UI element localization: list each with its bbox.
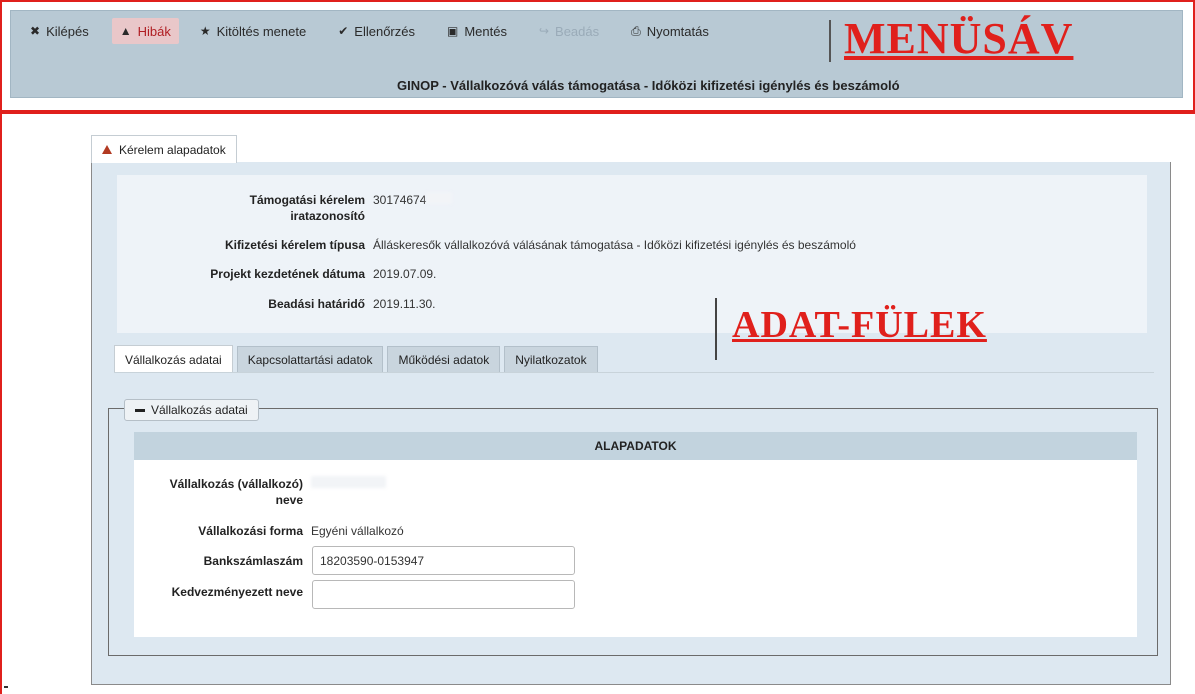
info-label: Kifizetési kérelem típusa (224, 238, 365, 252)
fieldset-legend: Vállalkozás adatai (151, 403, 248, 417)
warning-icon (102, 145, 112, 154)
tab-kapcsolattartasi-adatok[interactable]: Kapcsolattartási adatok (236, 346, 384, 373)
info-value: 2019.11.30. (373, 297, 436, 311)
data-tabs-line (114, 372, 1154, 373)
submit-button[interactable]: ↪ Beadás (530, 18, 608, 44)
field-label: Vállalkozás (vállalkozó) neve (169, 477, 303, 507)
field-row-bank-account: Bankszámlaszám (134, 546, 575, 575)
field-label: Vállalkozási forma (198, 524, 303, 538)
close-icon: ✖ (30, 24, 41, 38)
fill-guide-label: Kitöltés menete (216, 23, 307, 39)
submit-icon: ↪ (538, 24, 550, 38)
warning-icon: ▲ (119, 24, 132, 38)
beneficiary-name-input[interactable] (312, 580, 575, 609)
check-button[interactable]: ✔ Ellenőrzés (329, 18, 424, 44)
field-row-business-form: Vállalkozási forma Egyéni vállalkozó (134, 523, 404, 539)
info-value: Álláskeresők vállalkozóvá válásának támo… (373, 238, 856, 252)
tab-vallalkozas-adatai[interactable]: Vállalkozás adatai (114, 345, 233, 373)
check-icon: ✔ (338, 24, 349, 38)
submit-label: Beadás (555, 23, 600, 39)
menubar-annotation-label: MENÜSÁV (844, 14, 1074, 63)
info-value: 2019.07.09. (373, 267, 437, 281)
info-row-doc-id: Támogatási kérelem iratazonosító 3017467… (117, 192, 453, 224)
print-button[interactable]: ⎙ Nyomtatás (622, 18, 718, 44)
tabs-annotation-label: ADAT-FÜLEK (732, 304, 987, 346)
minus-icon (135, 408, 145, 412)
check-label: Ellenőrzés (354, 23, 415, 39)
menu-items: ✖ Kilépés ▲ Hibák ★ Kitöltés menete ✔ El… (11, 11, 718, 51)
print-icon: ⎙ (631, 23, 641, 38)
save-button[interactable]: ▣ Mentés (438, 18, 516, 44)
save-icon: ▣ (446, 24, 459, 38)
tab-nyilatkozatok[interactable]: Nyilatkozatok (504, 346, 598, 373)
print-label: Nyomtatás (646, 23, 709, 39)
tab-mukodesi-adatok[interactable]: Működési adatok (387, 346, 501, 373)
tab-kerelem-alapadatok[interactable]: Kérelem alapadatok (91, 135, 237, 163)
data-tabs: Vállalkozás adatai Kapcsolattartási adat… (114, 345, 602, 373)
fill-guide-button[interactable]: ★ Kitöltés menete (191, 18, 315, 44)
info-row-start-date: Projekt kezdetének dátuma 2019.07.09. (117, 266, 436, 282)
field-label: Kedvezményezett neve (171, 585, 303, 599)
field-row-beneficiary-name: Kedvezményezett neve (134, 580, 575, 609)
request-info: Támogatási kérelem iratazonosító 3017467… (117, 175, 1147, 333)
tabs-annotation-divider (715, 298, 717, 360)
star-icon: ★ (199, 24, 211, 38)
section-alapadatok: ALAPADATOK Vállalkozás (vállalkozó) neve… (134, 432, 1137, 637)
info-value: 30174674 (373, 192, 453, 224)
section-title: ALAPADATOK (134, 432, 1137, 460)
info-label: Beadási határidő (268, 297, 365, 311)
info-label: Támogatási kérelem iratazonosító (249, 193, 365, 223)
info-label: Projekt kezdetének dátuma (210, 267, 365, 281)
info-row-deadline: Beadási határidő 2019.11.30. (117, 296, 436, 312)
field-label: Bankszámlaszám (203, 553, 303, 568)
redacted-region (311, 476, 386, 488)
exit-label: Kilépés (46, 23, 89, 39)
collapse-toggle[interactable]: Vállalkozás adatai (124, 399, 259, 421)
errors-button[interactable]: ▲ Hibák (111, 18, 179, 44)
field-value: Egyéni vállalkozó (311, 524, 404, 538)
save-label: Mentés (464, 23, 507, 39)
bank-account-input[interactable] (312, 546, 575, 575)
menubar-annotation-divider (829, 20, 831, 62)
info-value-text: 30174674 (373, 193, 427, 207)
corner-mark (4, 686, 8, 688)
exit-button[interactable]: ✖ Kilépés (30, 18, 98, 44)
redacted-region (426, 192, 453, 204)
field-row-business-name: Vállalkozás (vállalkozó) neve (134, 476, 386, 508)
field-value-business-name (311, 476, 386, 492)
tab-kerelem-alapadatok-label: Kérelem alapadatok (119, 142, 226, 157)
info-row-type: Kifizetési kérelem típusa Álláskeresők v… (117, 237, 856, 253)
errors-label: Hibák (137, 23, 171, 39)
app-title: GINOP - Vállalkozóvá válás támogatása - … (397, 78, 900, 93)
